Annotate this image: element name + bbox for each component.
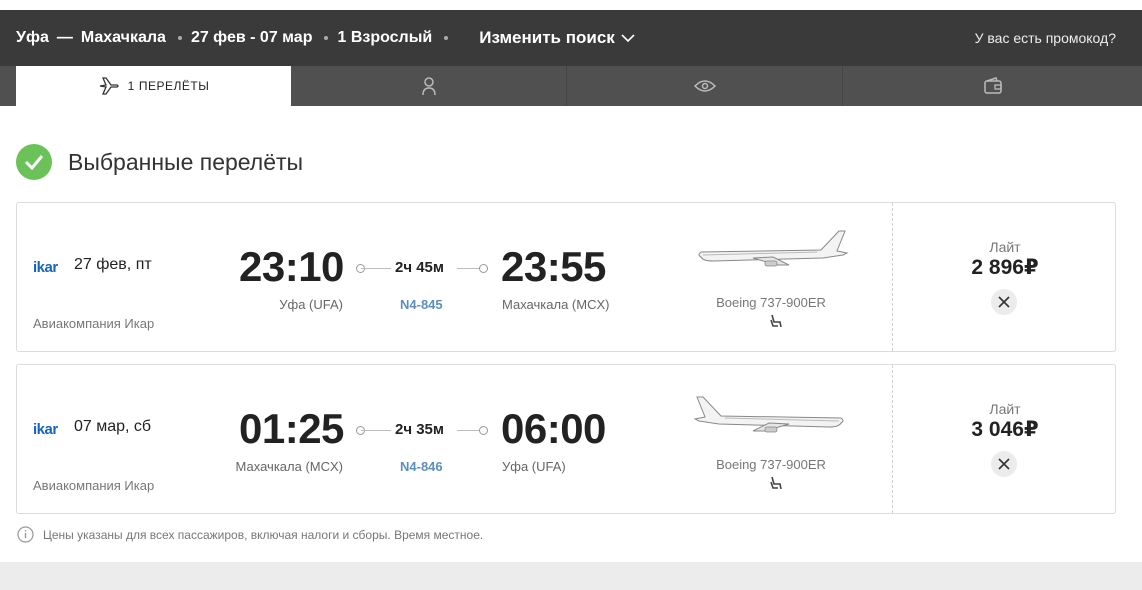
departure-city: Махачкала (MCX) [235, 459, 343, 474]
wallet-icon [983, 77, 1002, 94]
close-icon [998, 296, 1010, 308]
arrival-city: Уфа (UFA) [502, 459, 566, 474]
close-icon [998, 458, 1010, 470]
footer-band [0, 562, 1142, 590]
tab-flights-label: ПЕРЕЛЁТЫ [138, 79, 210, 93]
tab-payment[interactable] [843, 66, 1142, 106]
departure-city: Уфа (UFA) [279, 297, 343, 312]
flight-date: 27 фев, пт [74, 256, 152, 273]
price-note-text: Цены указаны для всех пассажиров, включа… [43, 527, 484, 542]
passenger-count: 1 Взрослый [337, 29, 433, 46]
route-dash: — [56, 29, 73, 46]
tab-flights-count: 1 [127, 79, 135, 93]
tab-review[interactable] [567, 66, 843, 106]
airline-name: Авиакомпания Икар [33, 316, 155, 331]
airplane-image [693, 396, 844, 433]
airline-logo: ikar [33, 259, 58, 276]
arrival-time: 06:00 [501, 405, 606, 452]
flight-price: 2 896₽ [971, 256, 1039, 279]
route-node [479, 264, 488, 273]
airplane-icon [99, 77, 119, 95]
flight-duration: 2ч 45м [395, 259, 444, 276]
departure-time: 01:25 [239, 405, 344, 452]
booking-steps-tabs: 1 ПЕРЕЛЁТЫ [0, 66, 1142, 106]
aircraft-model: Boeing 737-900ER [716, 457, 826, 472]
flight-date: 07 мар, сб [74, 418, 152, 435]
seat-icon [770, 314, 782, 328]
chevron-down-icon [621, 34, 635, 43]
remove-flight-button[interactable] [991, 289, 1017, 315]
origin-city: Уфа [16, 29, 49, 46]
flight-number-link[interactable]: N4-846 [400, 459, 443, 474]
separator-dot [324, 36, 329, 40]
selected-flights-header: Выбранные перелёты [16, 144, 303, 180]
aircraft-model: Boeing 737-900ER [716, 295, 826, 310]
passenger-icon [421, 77, 436, 96]
airline-logo: ikar [33, 421, 58, 438]
eye-icon [693, 80, 716, 92]
separator-dot [177, 36, 182, 40]
travel-dates: 27 фев - 07 мар [190, 29, 313, 46]
departure-time: 23:10 [239, 243, 344, 290]
change-search-label: Изменить поиск [479, 28, 615, 47]
fare-name: Лайт [989, 239, 1021, 255]
seat-icon [770, 476, 782, 490]
section-title: Выбранные перелёты [68, 148, 304, 175]
price-note: Цены указаны для всех пассажиров, включа… [17, 526, 483, 543]
flight-card: ikar 07 мар, сб Авиакомпания Икар 01:25 … [16, 364, 1116, 514]
info-icon [17, 526, 34, 543]
remove-flight-button[interactable] [991, 451, 1017, 477]
arrival-time: 23:55 [501, 243, 606, 290]
promo-code-link[interactable]: У вас есть промокод? [975, 30, 1116, 46]
flight-card: ikar 27 фев, пт Авиакомпания Икар 23:10 … [16, 202, 1116, 352]
arrival-city: Махачкала (MCX) [502, 297, 610, 312]
flight-number-link[interactable]: N4-845 [400, 297, 443, 312]
flight-price: 3 046₽ [971, 418, 1039, 441]
route-node [479, 426, 488, 435]
tab-flights[interactable]: 1 ПЕРЕЛЁТЫ [16, 66, 291, 106]
search-meta: 27 фев - 07 мар 1 Взрослый [166, 29, 457, 47]
route: Уфа — Махачкала [16, 29, 166, 47]
change-search-button[interactable]: Изменить поиск [479, 28, 635, 48]
route-line [361, 430, 391, 431]
flight-duration: 2ч 35м [395, 421, 444, 438]
airline-name: Авиакомпания Икар [33, 478, 155, 493]
separator-dot [444, 36, 449, 40]
fare-name: Лайт [989, 401, 1021, 417]
airplane-image [698, 230, 849, 267]
search-summary-bar: Уфа — Махачкала 27 фев - 07 мар 1 Взросл… [0, 10, 1142, 66]
destination-city: Махачкала [80, 29, 166, 46]
check-icon [16, 144, 52, 180]
route-line [361, 268, 391, 269]
tab-passengers[interactable] [291, 66, 567, 106]
